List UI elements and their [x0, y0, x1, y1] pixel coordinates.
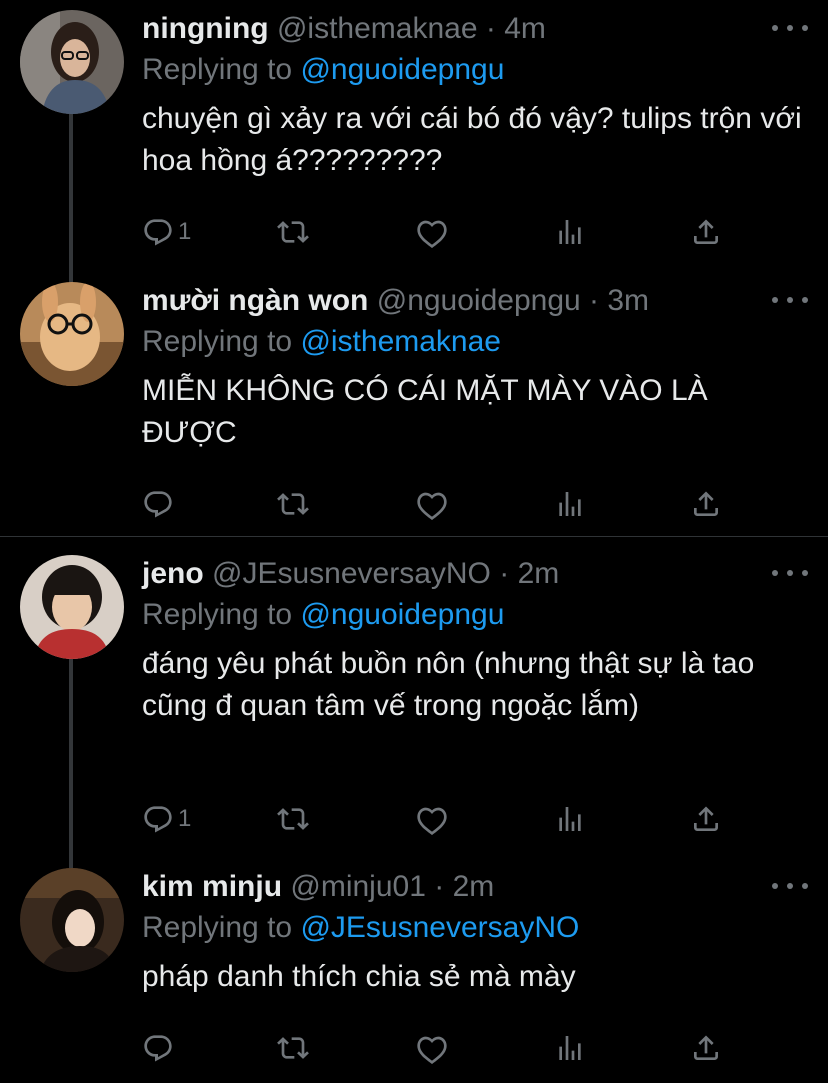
separator: ·: [477, 12, 505, 45]
reply-icon: [142, 488, 174, 520]
share-button[interactable]: [690, 212, 722, 252]
reply-button[interactable]: 1: [142, 799, 191, 839]
tweet-text: đáng yêu phát buồn nôn (nhưng thật sự là…: [142, 647, 755, 722]
avatar[interactable]: [20, 10, 124, 114]
replying-prefix: Replying to: [142, 911, 301, 944]
more-icon[interactable]: [772, 290, 808, 310]
tweet-text: chuyện gì xảy ra với cái bó đó vậy? tuli…: [142, 102, 802, 177]
replying-to-handle[interactable]: @nguoidepngu: [300, 598, 504, 631]
retweet-button[interactable]: [277, 1028, 309, 1068]
tweet[interactable]: mười ngàn won @nguoidepngu · 3m Replying…: [0, 272, 828, 534]
avatar[interactable]: [20, 282, 124, 386]
tweet-header: mười ngàn won @nguoidepngu · 3m: [142, 284, 808, 318]
heart-icon: [416, 216, 448, 248]
thread-line: [69, 114, 73, 290]
user-handle[interactable]: @minju01: [290, 870, 426, 903]
thread-line: [69, 659, 73, 872]
action-bar: [0, 484, 828, 524]
display-name[interactable]: kim minju: [142, 870, 282, 903]
views-button[interactable]: [554, 212, 586, 252]
timestamp[interactable]: 2m: [518, 557, 560, 590]
tweet-text: pháp danh thích chia sẻ mà mày: [142, 960, 576, 993]
more-icon[interactable]: [772, 563, 808, 583]
tweet[interactable]: kim minju @minju01 · 2m Replying to @JEs…: [0, 858, 828, 1078]
display-name[interactable]: jeno: [142, 557, 204, 590]
reply-count: 1: [178, 805, 192, 832]
tweet-header: jeno @JEsusneversayNO · 2m: [142, 557, 808, 591]
tweet[interactable]: jeno @JEsusneversayNO · 2m Replying to @…: [0, 545, 828, 872]
replying-prefix: Replying to: [142, 53, 301, 86]
retweet-button[interactable]: [277, 212, 309, 252]
share-icon: [690, 803, 722, 835]
tweet[interactable]: ningning @isthemaknae · 4m Replying to @…: [0, 0, 828, 290]
user-handle[interactable]: @nguoidepngu: [377, 284, 581, 317]
separator: ·: [425, 870, 453, 903]
replying-to: Replying to @JEsusneversayNO: [142, 910, 808, 946]
reply-button[interactable]: [142, 1028, 178, 1068]
replying-to-handle[interactable]: @isthemaknae: [300, 325, 501, 358]
action-bar: 1: [0, 212, 828, 252]
share-button[interactable]: [690, 484, 722, 524]
views-button[interactable]: [554, 799, 586, 839]
tweet-text: MIỄN KHÔNG CÓ CÁI MẶT MÀY VÀO LÀ ĐƯỢC: [142, 374, 708, 449]
like-button[interactable]: [416, 799, 448, 839]
like-button[interactable]: [416, 1028, 448, 1068]
retweet-icon: [277, 1032, 309, 1064]
heart-icon: [416, 803, 448, 835]
views-button[interactable]: [554, 484, 586, 524]
replying-prefix: Replying to: [142, 325, 301, 358]
like-button[interactable]: [416, 212, 448, 252]
like-button[interactable]: [416, 484, 448, 524]
separator: ·: [580, 284, 608, 317]
analytics-icon: [554, 1032, 586, 1064]
retweet-icon: [277, 488, 309, 520]
display-name[interactable]: ningning: [142, 12, 269, 45]
reply-icon: [142, 803, 174, 835]
reply-button[interactable]: [142, 484, 178, 524]
action-bar: [0, 1028, 828, 1068]
retweet-button[interactable]: [277, 484, 309, 524]
replying-to: Replying to @isthemaknae: [142, 324, 808, 360]
analytics-icon: [554, 216, 586, 248]
share-button[interactable]: [690, 799, 722, 839]
heart-icon: [416, 488, 448, 520]
replying-to: Replying to @nguoidepngu: [142, 52, 808, 88]
timestamp[interactable]: 4m: [504, 12, 546, 45]
replying-to-handle[interactable]: @nguoidepngu: [300, 53, 504, 86]
avatar[interactable]: [20, 555, 124, 659]
user-handle[interactable]: @isthemaknae: [277, 12, 478, 45]
display-name[interactable]: mười ngàn won: [142, 284, 368, 317]
replying-to: Replying to @nguoidepngu: [142, 597, 808, 633]
share-button[interactable]: [690, 1028, 722, 1068]
share-icon: [690, 1032, 722, 1064]
reply-count: 1: [178, 218, 192, 245]
retweet-icon: [277, 216, 309, 248]
tweet-header: ningning @isthemaknae · 4m: [142, 12, 808, 46]
share-icon: [690, 216, 722, 248]
analytics-icon: [554, 803, 586, 835]
retweet-icon: [277, 803, 309, 835]
tweet-header: kim minju @minju01 · 2m: [142, 870, 808, 904]
timestamp[interactable]: 3m: [607, 284, 649, 317]
reply-icon: [142, 216, 174, 248]
analytics-icon: [554, 488, 586, 520]
separator: ·: [490, 557, 518, 590]
more-icon[interactable]: [772, 18, 808, 38]
replying-prefix: Replying to: [142, 598, 301, 631]
share-icon: [690, 488, 722, 520]
divider: [0, 536, 828, 537]
action-bar: 1: [0, 799, 828, 839]
user-handle[interactable]: @JEsusneversayNO: [212, 557, 491, 590]
heart-icon: [416, 1032, 448, 1064]
retweet-button[interactable]: [277, 799, 309, 839]
replying-to-handle[interactable]: @JEsusneversayNO: [300, 911, 579, 944]
avatar[interactable]: [20, 868, 124, 972]
reply-icon: [142, 1032, 174, 1064]
reply-button[interactable]: 1: [142, 212, 191, 252]
views-button[interactable]: [554, 1028, 586, 1068]
more-icon[interactable]: [772, 876, 808, 896]
timestamp[interactable]: 2m: [453, 870, 495, 903]
